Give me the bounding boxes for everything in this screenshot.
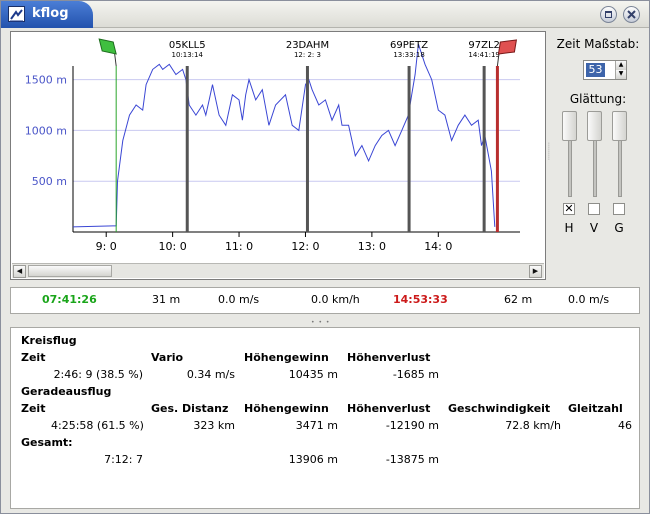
settings-panel: Zeit Maßstab: 53 ▲ ▼ Glättung: ✕ H V G: [552, 31, 644, 283]
x-tick-label: 14: 0: [424, 240, 452, 253]
gesamt-heading: Gesamt:: [21, 436, 73, 449]
kreisflug-col-vario: Vario: [151, 351, 184, 364]
status-end-time: 14:53:33: [393, 293, 448, 306]
spin-up-button[interactable]: ▲: [615, 61, 626, 70]
spin-down-icon: ▼: [618, 70, 624, 77]
x-tick-label: 12: 0: [291, 240, 319, 253]
maximize-icon: [605, 11, 612, 18]
y-tick-label: 500 m: [32, 175, 67, 188]
status-speed: 0.0 km/h: [311, 293, 360, 306]
altitude-series-line: [72, 43, 496, 228]
status-altitude-2: 62 m: [504, 293, 533, 306]
smoothing-slider-g[interactable]: [612, 111, 627, 197]
geradeausflug-heading: Geradeausflug: [21, 385, 112, 398]
gesamt-hoehenverlust-value: -13875 m: [385, 453, 439, 466]
waypoint-time-label: 13:33:18: [393, 51, 424, 59]
slider-handle[interactable]: [587, 111, 602, 141]
altitude-chart-panel: 500 m 1000 m 1500 m 9: 0 10: 0 11: 0 12: 0 13: …: [10, 31, 546, 280]
close-button[interactable]: [623, 6, 640, 23]
status-bar: 07:41:26 31 m 0.0 m/s 0.0 km/h 14:53:33 …: [10, 287, 640, 314]
maximize-button[interactable]: [600, 6, 617, 23]
gerade-hoehenverlust-value: -12190 m: [385, 419, 439, 432]
altitude-chart[interactable]: 500 m 1000 m 1500 m 9: 0 10: 0 11: 0 12: 0 13: …: [11, 32, 545, 263]
gerade-gleitzahl-value: 46: [618, 419, 632, 432]
title-tab: kflog: [1, 1, 93, 28]
horizontal-splitter-grip[interactable]: • • •: [311, 319, 330, 326]
scroll-left-button[interactable]: ◀: [13, 265, 26, 278]
zeit-massstab-spinbox[interactable]: 53 ▲ ▼: [583, 60, 627, 80]
scroll-left-icon: ◀: [16, 267, 23, 275]
checkbox-label-h: H: [564, 221, 574, 235]
glaettung-label: Glättung:: [569, 92, 627, 106]
status-vario: 0.0 m/s: [218, 293, 260, 306]
spin-down-button[interactable]: ▼: [615, 70, 626, 79]
gerade-hoehengewinn-value: 3471 m: [295, 419, 338, 432]
gesamt-zeit-value: 7:12: 7: [104, 453, 143, 466]
kreisflug-zeit-value: 2:46: 9 (38.5 %): [53, 368, 143, 381]
status-vario-2: 0.0 m/s: [568, 293, 610, 306]
x-tick-label: 9: 0: [96, 240, 117, 253]
waypoint-name-label: 05KLL5: [169, 40, 206, 51]
close-icon: [627, 10, 636, 19]
x-tick-label: 11: 0: [225, 240, 253, 253]
zeit-massstab-label: Zeit Maßstab:: [556, 37, 640, 51]
window-title: kflog: [32, 6, 69, 21]
waypoint-name-label: 23DAHM: [286, 40, 329, 51]
gerade-col-distanz: Ges. Distanz: [151, 402, 229, 415]
kreisflug-heading: Kreisflug: [21, 334, 77, 347]
main-window: kflog 500 m 1000 m 1500 m 9: 0 10: 0 11: 0 12:…: [0, 0, 650, 514]
smoothing-slider-v[interactable]: [587, 111, 602, 197]
scroll-right-button[interactable]: ▶: [529, 265, 542, 278]
y-tick-label: 1500 m: [25, 74, 67, 87]
waypoint-time-label: 10:13:14: [172, 51, 204, 59]
gerade-col-geschwindigkeit: Geschwindigkeit: [448, 402, 551, 415]
status-altitude: 31 m: [152, 293, 181, 306]
scroll-right-icon: ▶: [532, 267, 539, 275]
flight-summary-panel: Kreisflug Zeit Vario Höhengewinn Höhenve…: [10, 327, 640, 509]
kflog-app-icon: [8, 6, 25, 22]
kreisflug-col-hoehengewinn: Höhengewinn: [244, 351, 329, 364]
checkbox-label-v: V: [589, 221, 599, 235]
smoothing-slider-h[interactable]: [562, 111, 577, 197]
slider-handle[interactable]: [612, 111, 627, 141]
gerade-col-gleitzahl: Gleitzahl: [568, 402, 623, 415]
gerade-col-zeit: Zeit: [21, 402, 46, 415]
zeit-massstab-value[interactable]: 53: [586, 63, 605, 77]
checkbox-v[interactable]: [588, 203, 600, 215]
waypoint-time-label: 14:41:19: [468, 51, 499, 59]
y-tick-label: 1000 m: [25, 124, 67, 137]
waypoint-time-label: 12: 2: 3: [294, 51, 321, 59]
gerade-col-hoehengewinn: Höhengewinn: [244, 402, 329, 415]
spin-up-icon: ▲: [618, 61, 624, 68]
checkbox-label-g: G: [614, 221, 624, 235]
gerade-distanz-value: 323 km: [193, 419, 235, 432]
x-tick-label: 10: 0: [159, 240, 187, 253]
gerade-col-hoehenverlust: Höhenverlust: [347, 402, 431, 415]
scroll-thumb[interactable]: [28, 265, 112, 277]
finish-flag-icon: [497, 39, 518, 55]
horizontal-scrollbar[interactable]: ◀ ▶: [12, 263, 544, 278]
waypoint-name-label: 69PETZ: [390, 40, 428, 51]
status-start-time: 07:41:26: [42, 293, 97, 306]
gerade-geschwindigkeit-value: 72.8 km/h: [505, 419, 561, 432]
kreisflug-col-hoehenverlust: Höhenverlust: [347, 351, 431, 364]
title-bar[interactable]: kflog: [1, 1, 649, 28]
slider-handle[interactable]: [562, 111, 577, 141]
gesamt-hoehengewinn-value: 13906 m: [288, 453, 338, 466]
start-flag-icon: [98, 38, 117, 55]
gerade-zeit-value: 4:25:58 (61.5 %): [51, 419, 144, 432]
checkbox-h[interactable]: ✕: [563, 203, 575, 215]
x-tick-label: 13: 0: [358, 240, 386, 253]
kreisflug-hoehengewinn-value: 10435 m: [288, 368, 338, 381]
kreisflug-hoehenverlust-value: -1685 m: [392, 368, 439, 381]
kreisflug-vario-value: 0.34 m/s: [186, 368, 235, 381]
waypoint-name-label: 97ZL2: [468, 40, 500, 51]
kreisflug-col-zeit: Zeit: [21, 351, 46, 364]
checkbox-g[interactable]: [613, 203, 625, 215]
